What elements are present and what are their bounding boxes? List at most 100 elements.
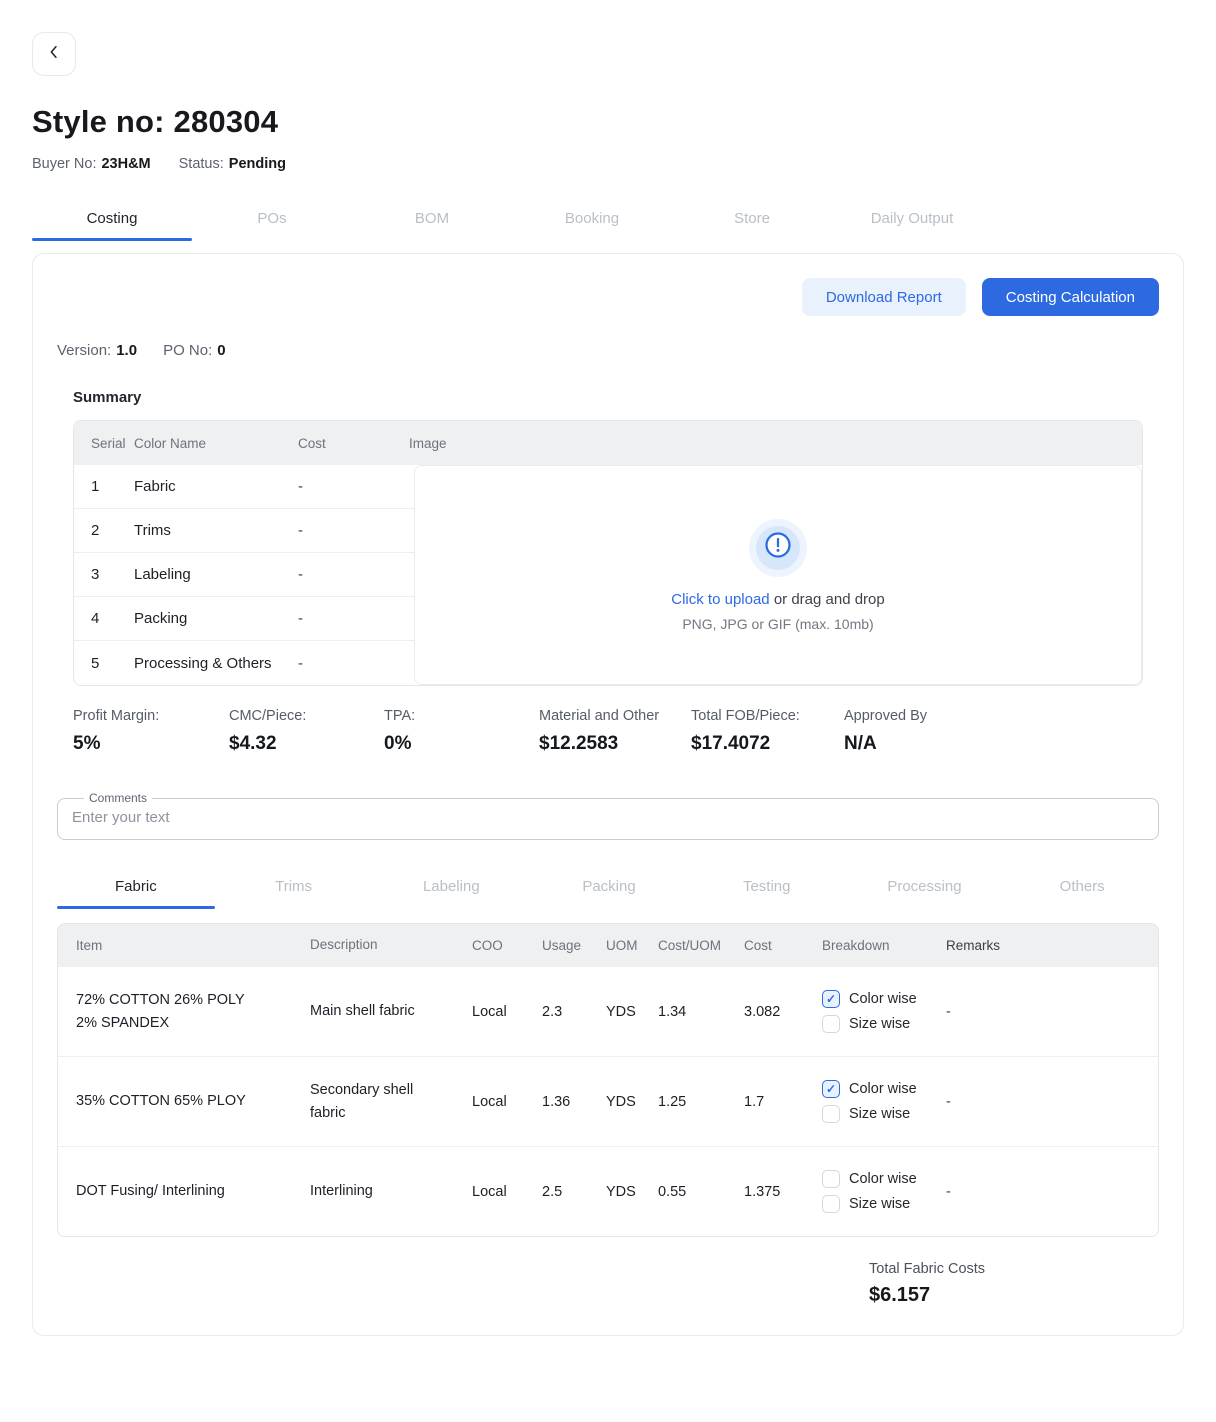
cell-cost: 1.375: [744, 1184, 822, 1200]
stat-value: $4.32: [229, 733, 384, 755]
table-row: 4 Packing -: [74, 597, 414, 641]
total-fabric-costs: Total Fabric Costs $6.157: [869, 1261, 1159, 1307]
buyer-no: Buyer No:23H&M: [32, 156, 151, 172]
checkbox-icon[interactable]: ✓: [822, 1170, 840, 1188]
col-serial: Serial: [74, 436, 134, 451]
cell-cost: -: [298, 478, 414, 495]
tab-store[interactable]: Store: [672, 198, 832, 241]
cell-item: 72% COTTON 26% POLY 2% SPANDEX: [58, 989, 310, 1034]
section-tab-bar: Fabric Trims Labeling Packing Testing Pr…: [57, 866, 1161, 909]
upload-instruction: Click to upload or drag and drop: [671, 591, 884, 608]
col-cost-uom: Cost/UOM: [658, 938, 744, 953]
tab-costing[interactable]: Costing: [32, 198, 192, 241]
size-wise-checkbox[interactable]: ✓ Size wise: [822, 1195, 946, 1213]
stat-value: 0%: [384, 733, 539, 755]
version: Version:1.0: [57, 342, 137, 359]
cell-cost-uom: 1.25: [658, 1094, 744, 1110]
cell-cost: -: [298, 610, 414, 627]
checkbox-icon[interactable]: ✓: [822, 1105, 840, 1123]
color-wise-checkbox[interactable]: ✓ Color wise: [822, 1080, 946, 1098]
stat-value: $12.2583: [539, 733, 691, 755]
total-value: $6.157: [869, 1284, 1159, 1307]
fabric-table-header: Item Description COO Usage UOM Cost/UOM …: [58, 924, 1158, 966]
color-wise-checkbox[interactable]: ✓ Color wise: [822, 990, 946, 1008]
stat-label: TPA:: [384, 708, 539, 724]
costing-calculation-button[interactable]: Costing Calculation: [982, 278, 1159, 316]
color-wise-checkbox[interactable]: ✓ Color wise: [822, 1170, 946, 1188]
cell-name: Trims: [134, 522, 298, 539]
checkbox-icon[interactable]: ✓: [822, 1195, 840, 1213]
cell-cost: 1.7: [744, 1094, 822, 1110]
tab-fabric[interactable]: Fabric: [57, 866, 215, 909]
tab-testing[interactable]: Testing: [688, 866, 846, 909]
summary-table-body: 1 Fabric - 2 Trims - 3 Labeling -: [74, 465, 1142, 685]
comments-input[interactable]: [70, 807, 1146, 826]
stat-total-fob: Total FOB/Piece: $17.4072: [691, 708, 844, 755]
cell-uom: YDS: [606, 1094, 658, 1110]
stat-label: Material and Other: [539, 708, 691, 724]
image-upload-dropzone[interactable]: Click to upload or drag and drop PNG, JP…: [414, 465, 1142, 685]
size-wise-checkbox[interactable]: ✓ Size wise: [822, 1105, 946, 1123]
cell-serial: 1: [74, 478, 134, 495]
size-wise-checkbox[interactable]: ✓ Size wise: [822, 1015, 946, 1033]
checkbox-label: Color wise: [849, 1171, 917, 1187]
stat-label: Total FOB/Piece:: [691, 708, 844, 724]
checkbox-icon[interactable]: ✓: [822, 1080, 840, 1098]
status-badge: Pending: [229, 156, 286, 172]
tab-processing[interactable]: Processing: [846, 866, 1004, 909]
cell-coo: Local: [472, 1184, 542, 1200]
tab-daily-output[interactable]: Daily Output: [832, 198, 992, 241]
col-item: Item: [58, 938, 310, 953]
cell-name: Labeling: [134, 566, 298, 583]
tab-labeling[interactable]: Labeling: [372, 866, 530, 909]
stat-tpa: TPA: 0%: [384, 708, 539, 755]
cell-name: Processing & Others: [134, 655, 298, 672]
col-cost: Cost: [744, 938, 822, 953]
cell-remarks: -: [946, 1184, 1158, 1200]
costing-stats: Profit Margin: 5% CMC/Piece: $4.32 TPA: …: [73, 708, 1143, 755]
table-row: 1 Fabric -: [74, 465, 414, 509]
drag-drop-text: or drag and drop: [770, 591, 885, 608]
buyer-value: 23H&M: [101, 156, 150, 172]
download-report-button[interactable]: Download Report: [802, 278, 966, 316]
checkbox-label: Size wise: [849, 1196, 910, 1212]
back-button[interactable]: [32, 32, 76, 76]
stat-value: N/A: [844, 733, 927, 755]
tab-booking[interactable]: Booking: [512, 198, 672, 241]
status-label: Status:: [179, 156, 224, 172]
costing-card: Download Report Costing Calculation Vers…: [32, 253, 1184, 1336]
stat-material-other: Material and Other $12.2583: [539, 708, 691, 755]
checkbox-icon[interactable]: ✓: [822, 990, 840, 1008]
table-row: 3 Labeling -: [74, 553, 414, 597]
po-label: PO No:: [163, 342, 212, 359]
fabric-table: Item Description COO Usage UOM Cost/UOM …: [57, 923, 1159, 1237]
summary-rows: 1 Fabric - 2 Trims - 3 Labeling -: [74, 465, 414, 685]
table-row: 2 Trims -: [74, 509, 414, 553]
cell-description: Secondary shell fabric: [310, 1079, 472, 1124]
cell-usage: 2.3: [542, 1004, 606, 1020]
stat-profit-margin: Profit Margin: 5%: [73, 708, 229, 755]
tab-others[interactable]: Others: [1003, 866, 1161, 909]
cell-uom: YDS: [606, 1184, 658, 1200]
tab-pos[interactable]: POs: [192, 198, 352, 241]
cell-cost: -: [298, 566, 414, 583]
stat-label: CMC/Piece:: [229, 708, 384, 724]
cell-item: DOT Fusing/ Interlining: [58, 1180, 310, 1202]
checkbox-label: Color wise: [849, 991, 917, 1007]
click-to-upload-link[interactable]: Click to upload: [671, 591, 769, 608]
checkbox-icon[interactable]: ✓: [822, 1015, 840, 1033]
total-label: Total Fabric Costs: [869, 1261, 1159, 1277]
cell-breakdown: ✓ Color wise ✓ Size wise: [822, 990, 946, 1033]
stat-cmc-piece: CMC/Piece: $4.32: [229, 708, 384, 755]
tab-bom[interactable]: BOM: [352, 198, 512, 241]
checkbox-label: Size wise: [849, 1016, 910, 1032]
tab-trims[interactable]: Trims: [215, 866, 373, 909]
col-image: Image: [409, 436, 1142, 451]
cell-breakdown: ✓ Color wise ✓ Size wise: [822, 1170, 946, 1213]
cell-remarks: -: [946, 1094, 1158, 1110]
stat-label: Approved By: [844, 708, 927, 724]
tab-packing[interactable]: Packing: [530, 866, 688, 909]
col-color-name: Color Name: [134, 436, 298, 451]
check-icon: ✓: [826, 993, 836, 1005]
cell-cost: 3.082: [744, 1004, 822, 1020]
